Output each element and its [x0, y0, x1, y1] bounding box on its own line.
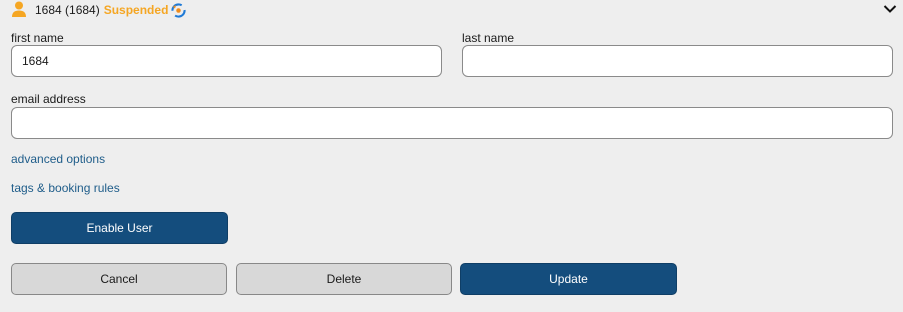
user-title: 1684 (1684) Suspended	[35, 3, 168, 17]
email-input[interactable]	[11, 107, 893, 139]
status-badge: Suspended	[103, 3, 169, 17]
first-name-label: first name	[11, 31, 64, 45]
user-icon	[12, 1, 26, 17]
first-name-input[interactable]	[11, 45, 442, 77]
tags-booking-rules-link[interactable]: tags & booking rules	[11, 181, 120, 195]
advanced-options-link[interactable]: advanced options	[11, 152, 105, 166]
update-button[interactable]: Update	[460, 263, 677, 295]
user-card-header: 1684 (1684) Suspended	[0, 0, 903, 22]
chevron-down-icon[interactable]	[883, 4, 897, 14]
delete-button[interactable]: Delete	[236, 263, 452, 295]
user-name: 1684 (1684)	[35, 3, 100, 17]
last-name-input[interactable]	[462, 45, 893, 77]
enable-user-button[interactable]: Enable User	[11, 212, 228, 244]
sync-status-icon	[171, 3, 186, 18]
cancel-button[interactable]: Cancel	[11, 263, 227, 295]
email-label: email address	[11, 92, 86, 106]
last-name-label: last name	[462, 31, 515, 45]
